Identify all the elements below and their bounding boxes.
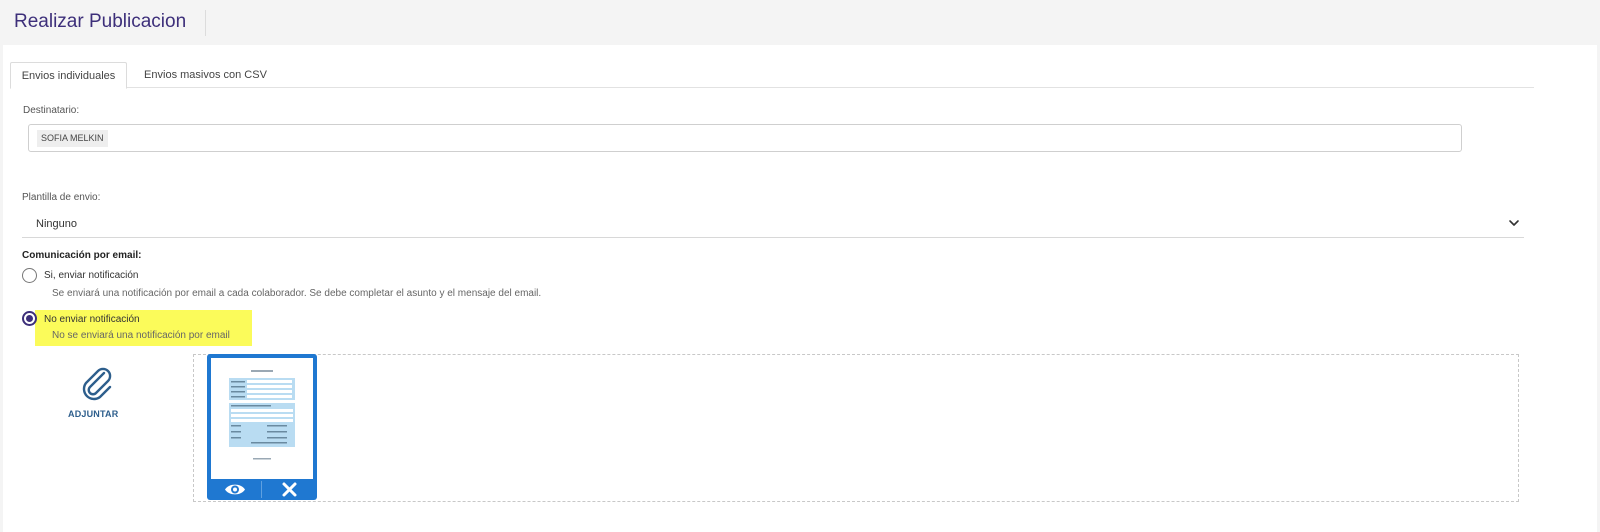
eye-icon	[225, 484, 245, 495]
attached-file-card	[207, 354, 317, 500]
template-select[interactable]: Ninguno	[22, 212, 1524, 238]
recipient-label: Destinatario:	[23, 105, 80, 116]
tab-envios-individuales[interactable]: Envios individuales	[10, 62, 127, 89]
radio-no-notification[interactable]	[22, 311, 37, 326]
template-label: Plantilla de envio:	[22, 192, 101, 203]
option-no-send-description: No se enviará una notificación por email	[52, 330, 230, 341]
option-send-description: Se enviará una notificación por email a …	[52, 288, 542, 299]
page-header: Realizar Publicacion	[0, 0, 1600, 45]
attach-label: ADJUNTAR	[68, 409, 119, 419]
file-card-actions	[207, 479, 317, 500]
option-no-send-label: No enviar notificación	[44, 314, 140, 325]
close-icon	[282, 482, 297, 497]
title-divider	[205, 10, 206, 36]
preview-file-button[interactable]	[207, 479, 262, 500]
email-section-title: Comunicación por email:	[22, 250, 142, 261]
chevron-down-icon	[1509, 220, 1519, 226]
tab-envios-masivos-csv[interactable]: Envios masivos con CSV	[138, 62, 273, 88]
template-select-value: Ninguno	[36, 218, 77, 230]
radio-send-notification[interactable]	[22, 268, 37, 283]
recipient-input[interactable]: SOFIA MELKIN	[28, 124, 1462, 152]
remove-file-button[interactable]	[262, 479, 317, 500]
option-send-label: Si, enviar notificación	[44, 270, 139, 281]
page-title: Realizar Publicacion	[14, 11, 187, 32]
paperclip-icon	[82, 367, 112, 401]
tab-bar: Envios individuales Envios masivos con C…	[10, 62, 1534, 89]
recipient-chip[interactable]: SOFIA MELKIN	[37, 130, 108, 147]
document-preview-image	[211, 358, 313, 479]
attach-button[interactable]: ADJUNTAR	[60, 366, 180, 426]
document-thumbnail	[211, 358, 313, 479]
attachment-dropzone[interactable]	[193, 354, 1519, 502]
